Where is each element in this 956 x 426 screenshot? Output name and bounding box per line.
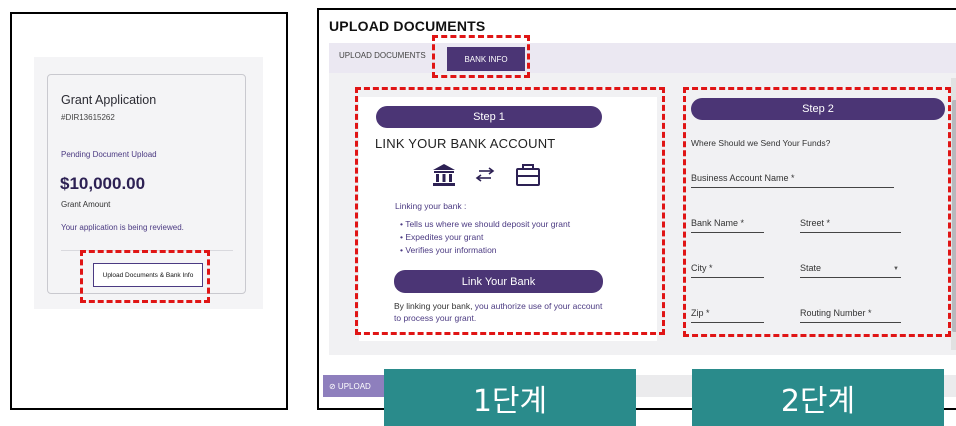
annotation-box-step1 xyxy=(355,87,665,335)
tab-upload-documents[interactable]: UPLOAD DOCUMENTS xyxy=(339,51,426,60)
grant-amount-label: Grant Amount xyxy=(61,200,111,209)
grant-id: #DIR13615262 xyxy=(61,113,115,122)
annotation-box-bank-info-tab xyxy=(432,35,530,78)
upload-button[interactable]: ⊘ UPLOAD xyxy=(323,375,393,397)
page-title: UPLOAD DOCUMENTS xyxy=(329,18,486,34)
grant-amount: $10,000.00 xyxy=(60,174,146,193)
grant-status: Pending Document Upload xyxy=(61,150,157,159)
screenshot-stage: Grant Application #DIR13615262 Pending D… xyxy=(0,0,956,426)
grant-title: Grant Application xyxy=(61,93,157,107)
annotation-box-upload-button xyxy=(80,250,210,303)
step2-overlay-label: 2단계 xyxy=(692,369,944,426)
annotation-box-step2 xyxy=(683,87,951,337)
tab-bar: UPLOAD DOCUMENTS BANK INFO xyxy=(329,43,956,73)
scrollbar-thumb[interactable] xyxy=(952,100,956,332)
review-status-text: Your application is being reviewed. xyxy=(61,223,184,232)
step1-overlay-label: 1단계 xyxy=(384,369,636,426)
